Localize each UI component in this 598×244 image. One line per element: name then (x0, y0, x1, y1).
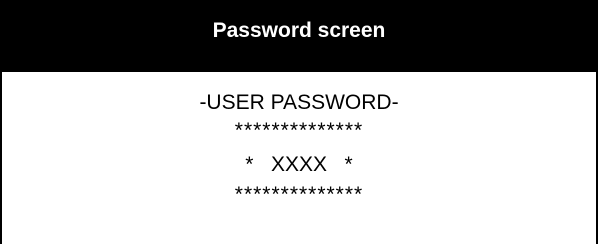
screen-header: Password screen (2, 2, 596, 72)
asterisk-border-top: ************** (234, 119, 364, 142)
user-password-label: -USER PASSWORD- (199, 91, 399, 114)
screen-title: Password screen (212, 19, 386, 42)
password-screen: Password screen -USER PASSWORD- ********… (0, 0, 598, 244)
asterisk-border-bottom: ************** (234, 183, 364, 206)
password-value: * XXXX * (245, 153, 353, 176)
